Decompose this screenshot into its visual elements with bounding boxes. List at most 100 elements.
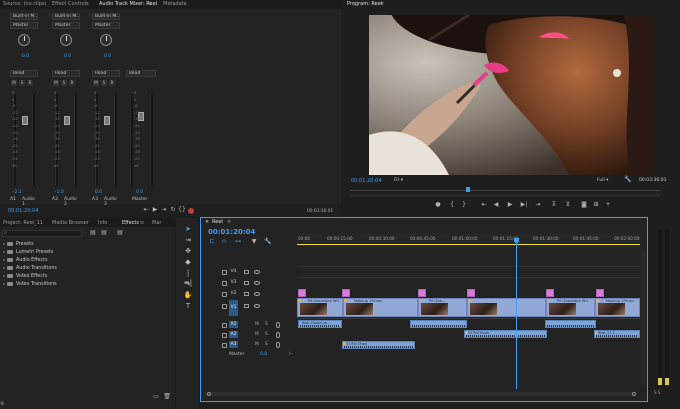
audio-clip[interactable]: 01 Rvl Show bbox=[342, 341, 415, 349]
audio-clip[interactable]: Reel_11 2... bbox=[594, 330, 640, 338]
track-label-a3[interactable]: A3 bbox=[229, 341, 238, 348]
mute-button[interactable]: M bbox=[255, 332, 259, 337]
mute-button[interactable]: M bbox=[93, 80, 99, 86]
tab-project[interactable]: Project: Reel_11 bbox=[3, 219, 43, 228]
graphic-clip[interactable] bbox=[546, 289, 554, 297]
track-label-a2[interactable]: A2 bbox=[229, 331, 238, 338]
video-clip[interactable]: Pe Liberatore Wh.. bbox=[297, 298, 343, 317]
track-label-v1[interactable]: V1 bbox=[229, 300, 238, 316]
lock-icon[interactable] bbox=[222, 270, 227, 275]
graphic-clip[interactable] bbox=[298, 289, 306, 297]
quality-select[interactable]: Full ▾ bbox=[597, 177, 615, 184]
timeline-horizontal-scrollbar[interactable] bbox=[205, 392, 637, 396]
play-icon[interactable]: ▶ bbox=[151, 206, 159, 214]
mute-button[interactable]: M bbox=[53, 80, 59, 86]
zoom-scrollbar[interactable] bbox=[350, 194, 660, 197]
lock-icon[interactable] bbox=[222, 281, 227, 286]
meter-solo-buttons[interactable]: S S bbox=[654, 390, 660, 395]
go-to-in-icon[interactable]: ⇤ bbox=[480, 201, 488, 209]
tab-source[interactable]: Source: (no clips) bbox=[3, 0, 46, 9]
accelerated-effects-icon[interactable]: ▤ bbox=[89, 229, 97, 237]
effects-folder-video-transitions[interactable]: ▸ Video Transitions bbox=[3, 280, 57, 288]
go-to-out-icon[interactable]: ⇥ bbox=[534, 201, 542, 209]
lock-icon[interactable] bbox=[222, 323, 227, 328]
channel-output-select[interactable]: Master bbox=[10, 22, 38, 29]
microphone-icon[interactable] bbox=[276, 342, 280, 348]
step-back-icon[interactable]: ⇤ bbox=[142, 206, 150, 214]
32bit-effects-icon[interactable]: ▤ bbox=[100, 229, 108, 237]
lock-icon[interactable] bbox=[222, 292, 227, 297]
tab-effects[interactable]: Effects bbox=[122, 219, 139, 228]
button-editor-icon[interactable]: ⊞ bbox=[592, 201, 600, 209]
graphic-clip[interactable] bbox=[342, 289, 350, 297]
record-button[interactable]: R bbox=[27, 80, 33, 86]
graphic-clip[interactable] bbox=[418, 289, 426, 297]
master-end-icon[interactable]: ⊢ bbox=[289, 351, 293, 357]
razor-tool-icon[interactable]: ◆ bbox=[183, 257, 193, 267]
nest-icon[interactable]: ⊏ bbox=[208, 238, 216, 246]
channel-input-select[interactable]: Built-in M... bbox=[10, 13, 38, 20]
extract-icon[interactable]: ⊻ bbox=[564, 201, 572, 209]
sync-lock-icon[interactable] bbox=[244, 281, 249, 285]
lock-icon[interactable] bbox=[222, 333, 227, 338]
yuv-effects-icon[interactable]: ▤ bbox=[116, 229, 124, 237]
solo-button[interactable]: S bbox=[61, 80, 67, 86]
tab-info[interactable]: Info bbox=[98, 219, 107, 228]
effects-folder-lumetri[interactable]: ▸ Lumetri Presets bbox=[3, 248, 53, 256]
record-button[interactable]: R bbox=[69, 80, 75, 86]
video-clip[interactable]: Pe Libe... bbox=[418, 298, 467, 317]
pan-value[interactable]: 0.0 bbox=[64, 54, 71, 59]
track-select-icon[interactable]: ⇥ bbox=[183, 235, 193, 245]
solo-button[interactable]: S bbox=[19, 80, 25, 86]
work-area-bar[interactable] bbox=[297, 244, 640, 245]
pan-value[interactable]: 0.0 bbox=[22, 54, 29, 59]
mark-out-icon[interactable]: } bbox=[460, 201, 468, 209]
audio-clip[interactable] bbox=[545, 320, 596, 328]
timeline-close-icon[interactable]: × bbox=[205, 219, 209, 225]
channel-input-select[interactable]: Built-in M... bbox=[52, 13, 80, 20]
volume-fader[interactable] bbox=[22, 116, 28, 125]
level-value[interactable]: -1.0 bbox=[55, 190, 64, 195]
level-value[interactable]: 0.0 bbox=[95, 190, 102, 195]
program-playhead[interactable] bbox=[466, 187, 470, 192]
graphic-clip[interactable] bbox=[596, 289, 604, 297]
tab-metadata[interactable]: Metadata bbox=[163, 0, 187, 9]
solo-button[interactable]: S bbox=[265, 332, 268, 337]
microphone-icon[interactable] bbox=[276, 332, 280, 338]
loop-icon[interactable]: ↻ bbox=[169, 206, 177, 214]
record-button[interactable]: R bbox=[109, 80, 115, 86]
level-value[interactable]: -2.1 bbox=[13, 190, 22, 195]
video-clip[interactable] bbox=[467, 298, 546, 317]
effects-folder-audio-transitions[interactable]: ▸ Audio Transitions bbox=[3, 264, 57, 272]
scroll-handle-left[interactable] bbox=[207, 392, 211, 396]
new-bin-icon[interactable]: ▭ bbox=[152, 393, 160, 401]
effects-folder-audio-effects[interactable]: ▸ Audio Effects bbox=[3, 256, 47, 264]
master-track-value[interactable]: 0.0 bbox=[260, 352, 267, 357]
export-frame-icon[interactable]: ◙ bbox=[580, 201, 588, 209]
solo-button[interactable]: S bbox=[101, 80, 107, 86]
mute-button[interactable]: M bbox=[11, 80, 17, 86]
settings-icon[interactable]: ⚙ bbox=[0, 401, 4, 407]
pan-knob[interactable] bbox=[100, 34, 112, 46]
master-level[interactable]: 0.0 bbox=[136, 190, 143, 195]
step-forward-icon[interactable]: ⇥ bbox=[160, 206, 168, 214]
mute-button[interactable]: M bbox=[255, 342, 259, 347]
channel-output-select[interactable]: Master bbox=[52, 22, 80, 29]
channel-output-select[interactable]: Master bbox=[92, 22, 120, 29]
sync-lock-icon[interactable] bbox=[244, 292, 249, 296]
trash-icon[interactable]: 🗑 bbox=[163, 393, 171, 401]
sync-lock-icon[interactable] bbox=[244, 270, 249, 274]
record-icon[interactable] bbox=[188, 208, 194, 214]
timeline-menu-icon[interactable]: ≡ bbox=[227, 219, 231, 225]
add-marker-icon[interactable]: ● bbox=[434, 201, 442, 209]
track-label-v3[interactable]: V3 bbox=[229, 279, 238, 286]
effects-folder-presets[interactable]: ▸ Presets bbox=[3, 240, 33, 248]
automation-mode-select[interactable]: Read bbox=[92, 70, 120, 77]
panel-menu-icon[interactable]: ≡ bbox=[148, 1, 152, 7]
play-icon[interactable]: ▶ bbox=[506, 201, 514, 209]
step-back-icon[interactable]: ◀ bbox=[492, 201, 500, 209]
solo-button[interactable]: S bbox=[265, 342, 268, 347]
lift-icon[interactable]: ⊼ bbox=[550, 201, 558, 209]
add-marker-icon[interactable]: ▼ bbox=[250, 238, 258, 246]
pan-knob[interactable] bbox=[60, 34, 72, 46]
